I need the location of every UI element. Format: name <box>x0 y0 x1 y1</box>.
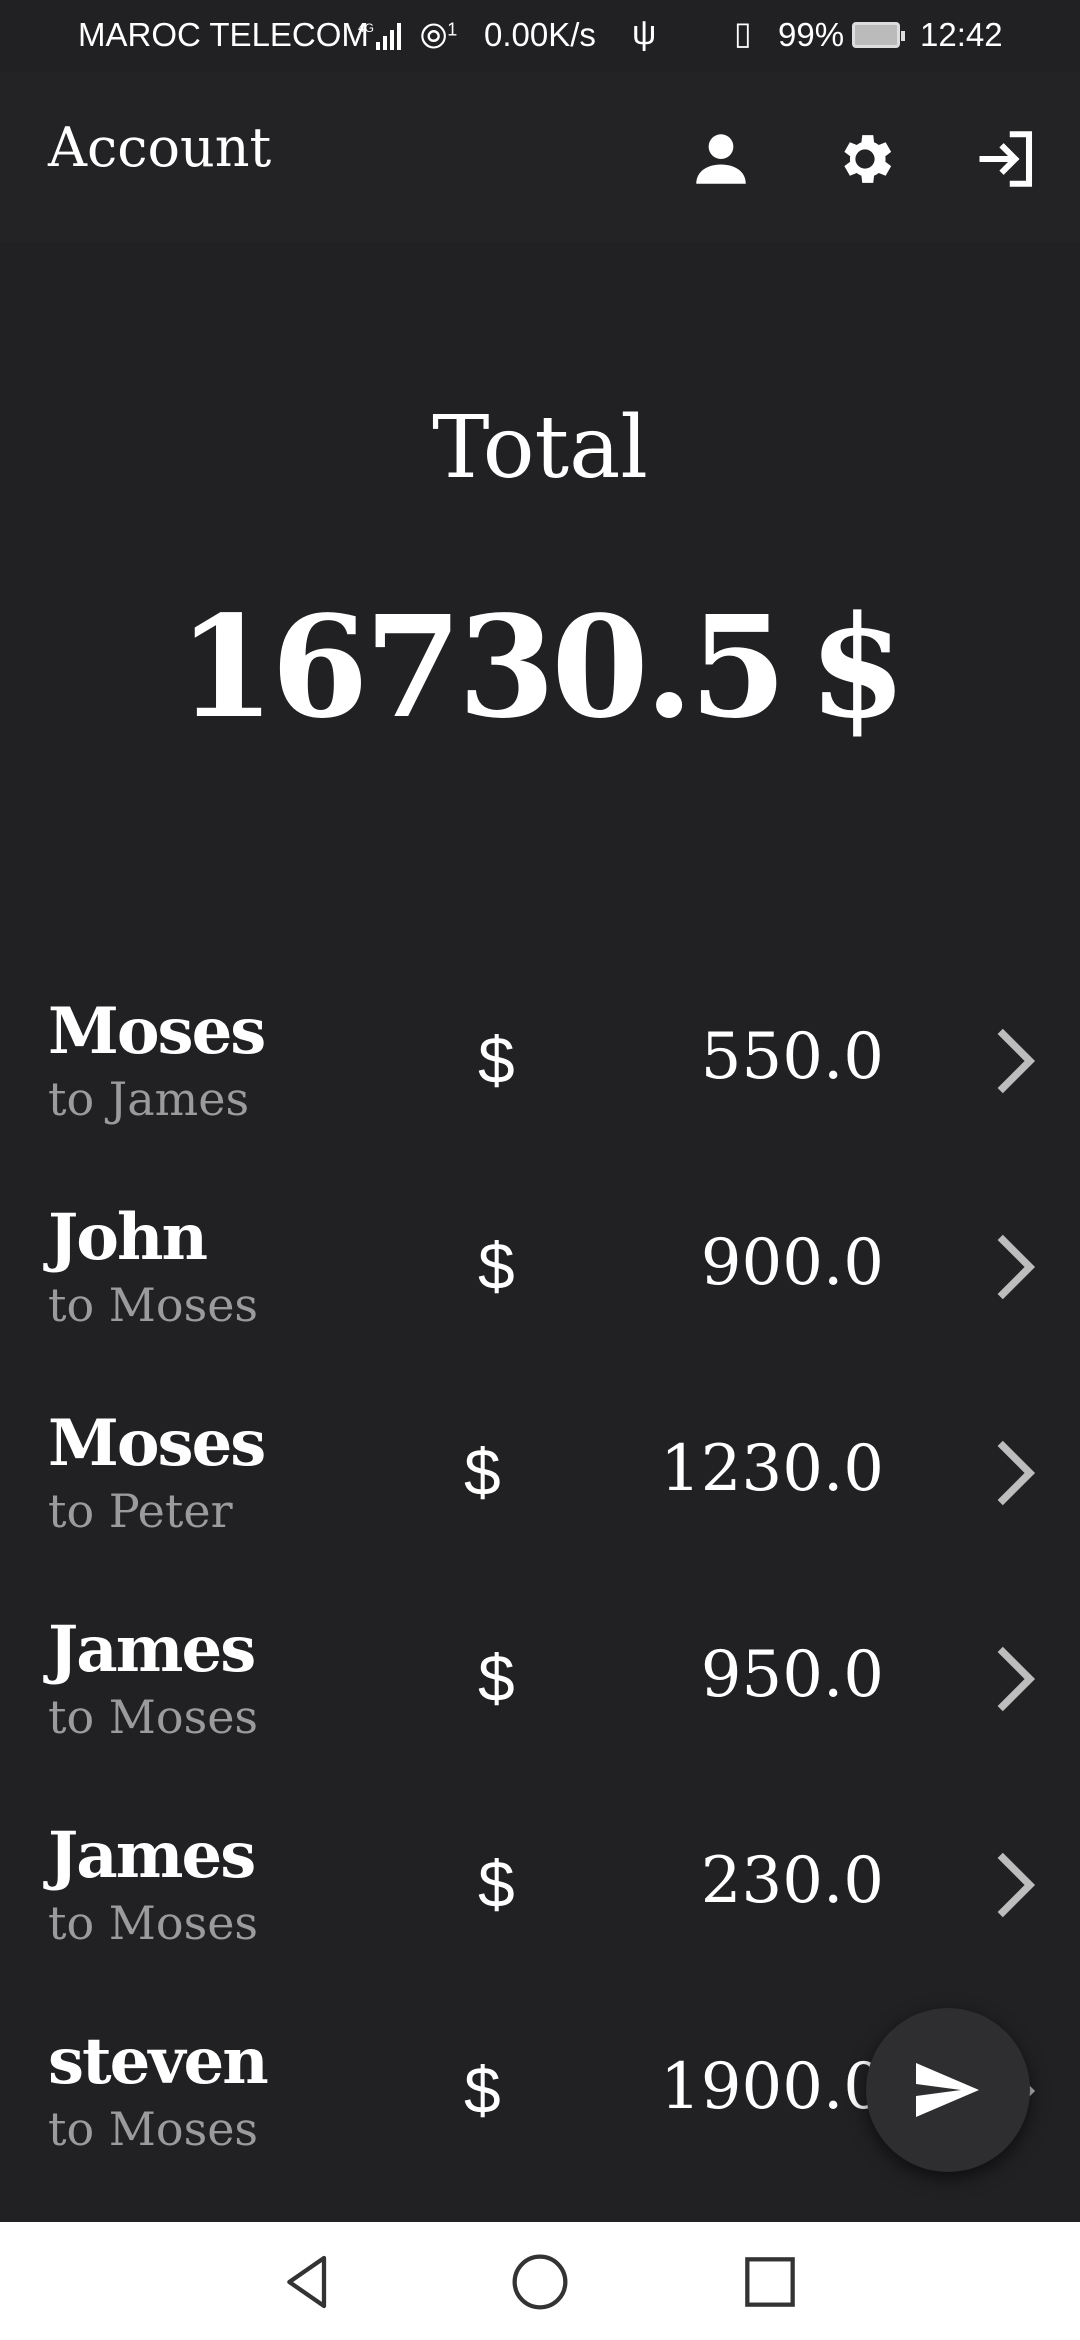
recipient-name: to Moses <box>48 1690 259 1744</box>
page-title: Account <box>48 116 272 179</box>
sender-name: James <box>48 1612 256 1687</box>
amount: 550.0 <box>700 1020 884 1094</box>
chevron-right-icon[interactable] <box>990 1230 1040 1304</box>
battery-icon <box>852 22 905 48</box>
battery-percent: 99% <box>778 16 845 53</box>
recipient-name: to James <box>48 1072 250 1126</box>
system-nav-bar <box>0 2222 1080 2340</box>
recipient-name: to Moses <box>48 1896 259 1950</box>
carrier-name: MAROC TELECOM <box>78 16 369 53</box>
profile-icon[interactable] <box>688 126 754 192</box>
sender-name: Moses <box>48 1406 266 1481</box>
chevron-right-icon[interactable] <box>990 1848 1040 1922</box>
send-button[interactable] <box>866 2008 1030 2172</box>
currency-symbol: $ <box>464 1435 501 1509</box>
currency-symbol: $ <box>478 1847 515 1921</box>
total-amount: 16730.5 $ <box>0 586 1080 750</box>
chevron-right-icon[interactable] <box>990 1642 1040 1716</box>
list-item[interactable]: James to Moses $ 230.0 <box>0 1778 1080 1984</box>
chevron-right-icon[interactable] <box>990 1436 1040 1510</box>
recipient-name: to Moses <box>48 1278 259 1332</box>
recents-icon[interactable] <box>738 2250 802 2314</box>
currency-symbol: $ <box>464 2053 501 2127</box>
amount: 1900.0 <box>660 2050 884 2124</box>
vibrate-icon: ▯ <box>734 15 752 51</box>
signal-icon: 4G <box>358 21 401 50</box>
send-icon <box>916 2063 979 2117</box>
sender-name: James <box>48 1818 256 1893</box>
status-bar: MAROC TELECOM 4G ⦾1 0.00K/s ψ ▯ 99% 12:4… <box>0 0 1080 72</box>
total-currency: $ <box>808 586 906 750</box>
recipient-name: to Moses <box>48 2102 259 2156</box>
currency-symbol: $ <box>478 1641 515 1715</box>
hotspot-icon: ⦾1 <box>420 18 458 56</box>
clock: 12:42 <box>920 16 1003 53</box>
chevron-right-icon[interactable] <box>990 1024 1040 1098</box>
currency-symbol: $ <box>478 1023 515 1097</box>
login-icon[interactable] <box>974 126 1040 192</box>
total-amount-value: 16730.5 <box>177 586 787 750</box>
network-speed: 0.00K/s <box>484 16 596 53</box>
sender-name: John <box>48 1200 208 1275</box>
amount: 950.0 <box>700 1638 884 1712</box>
recipient-name: to Peter <box>48 1484 233 1538</box>
home-icon[interactable] <box>508 2250 572 2314</box>
amount: 230.0 <box>700 1844 884 1918</box>
list-item[interactable]: Moses to Peter $ 1230.0 <box>0 1366 1080 1572</box>
list-item[interactable]: James to Moses $ 950.0 <box>0 1572 1080 1778</box>
list-item[interactable]: Moses to James $ 550.0 <box>0 954 1080 1160</box>
settings-icon[interactable] <box>832 126 898 192</box>
amount: 1230.0 <box>660 1432 884 1506</box>
amount: 900.0 <box>700 1226 884 1300</box>
app-bar: Account <box>0 72 1080 242</box>
total-label: Total <box>432 398 648 498</box>
list-item[interactable]: John to Moses $ 900.0 <box>0 1160 1080 1366</box>
usb-icon: ψ <box>632 14 657 52</box>
currency-symbol: $ <box>478 1229 515 1303</box>
back-icon[interactable] <box>276 2250 340 2314</box>
network-type: 4G <box>358 21 374 35</box>
sender-name: Moses <box>48 994 266 1069</box>
hotspot-count: 1 <box>447 19 458 40</box>
sender-name: steven <box>48 2024 269 2099</box>
